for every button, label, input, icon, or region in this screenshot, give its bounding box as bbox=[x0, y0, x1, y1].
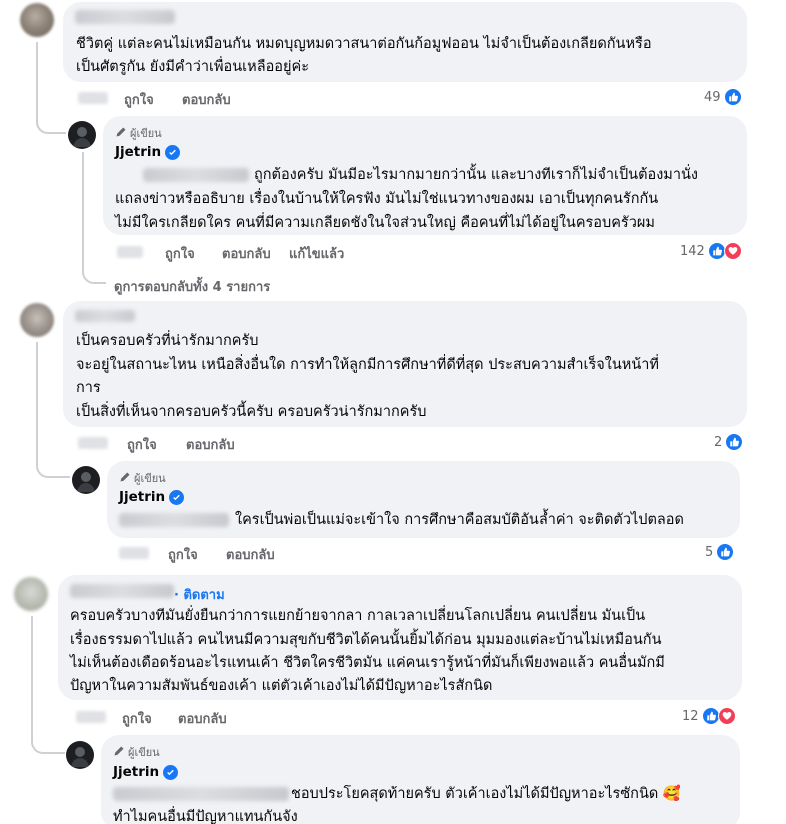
timestamp[interactable] bbox=[78, 437, 108, 449]
comment-text-line: เป็นสิ่งที่เห็นจากครอบครัวนี้ครับ ครอบคร… bbox=[76, 404, 427, 420]
reaction-summary[interactable]: 2 bbox=[714, 433, 744, 451]
pencil-icon bbox=[113, 745, 125, 760]
timestamp[interactable] bbox=[117, 246, 143, 258]
reply-button[interactable]: ตอบกลับ bbox=[182, 89, 231, 110]
username-text: Jjetrin bbox=[115, 144, 162, 160]
reaction-count: 49 bbox=[704, 89, 721, 105]
avatar[interactable] bbox=[20, 3, 54, 37]
thread-branch bbox=[82, 268, 106, 284]
author-badge-label: ผู้เขียน bbox=[130, 127, 162, 140]
author-avatar[interactable] bbox=[72, 466, 100, 494]
pencil-icon bbox=[115, 126, 127, 141]
username-text: Jjetrin bbox=[119, 489, 166, 505]
reaction-count: 142 bbox=[680, 243, 705, 259]
reply-username[interactable]: Jjetrin bbox=[119, 489, 185, 505]
reply-text-line: ทำไมคนอื่นมีปัญหาแทนกันจัง bbox=[113, 809, 298, 824]
like-reaction-icon bbox=[725, 433, 744, 451]
timestamp[interactable] bbox=[78, 92, 108, 104]
comment-text-line: จะอยู่ในสถานะไหน เหนือสิ่งอื่นใด การทำให… bbox=[76, 357, 659, 373]
follow-button[interactable]: · ติดตาม bbox=[174, 584, 225, 605]
author-badge-label: ผู้เขียน bbox=[128, 746, 160, 759]
mentioned-name[interactable] bbox=[119, 513, 229, 527]
reply-bubble: ผู้เขียน Jjetrin ใครเป็นพ่อเป็นแม่จะเข้า… bbox=[107, 461, 740, 538]
commenter-name[interactable] bbox=[75, 10, 175, 24]
reaction-count: 2 bbox=[714, 434, 723, 450]
thread-branch bbox=[31, 738, 65, 754]
reply-text-line: ชอบประโยคสุดท้ายครับ ตัวเค้าเองไม่ได้มีป… bbox=[291, 786, 681, 802]
reply-button[interactable]: ตอบกลับ bbox=[222, 243, 271, 264]
love-reaction-icon bbox=[723, 242, 742, 260]
reaction-summary[interactable]: 5 bbox=[705, 543, 735, 561]
thread-branch bbox=[36, 118, 66, 134]
view-replies-link[interactable]: ดูการตอบกลับทั้ง 4 รายการ bbox=[114, 276, 270, 297]
like-button[interactable]: ถูกใจ bbox=[165, 243, 195, 264]
like-button[interactable]: ถูกใจ bbox=[168, 544, 198, 565]
author-badge-label: ผู้เขียน bbox=[134, 472, 166, 485]
mentioned-name[interactable] bbox=[113, 787, 289, 801]
comment-bubble: ชีวิตคู่ แต่ละคนไม่เหมือนกัน หมดบุญหมดวา… bbox=[63, 2, 747, 82]
author-avatar[interactable] bbox=[66, 741, 94, 769]
comment-text-line: เป็นครอบครัวที่น่ารักมากครับ bbox=[76, 333, 259, 349]
reaction-summary[interactable]: 49 bbox=[704, 88, 742, 106]
pencil-icon bbox=[119, 471, 131, 486]
reply-button[interactable]: ตอบกลับ bbox=[186, 434, 235, 455]
reaction-count: 5 bbox=[705, 544, 714, 560]
avatar[interactable] bbox=[20, 303, 54, 337]
reply-bubble: ผู้เขียน Jjetrin ถูกต้องครับ มันมีอะไรมา… bbox=[103, 116, 747, 235]
comment-bubble: เป็นครอบครัวที่น่ารักมากครับ จะอยู่ในสถา… bbox=[63, 301, 747, 427]
comment-text-line: ปัญหาในความสัมพันธ์ของเค้า แต่ตัวเค้าเอง… bbox=[70, 678, 493, 694]
like-reaction-icon bbox=[716, 543, 735, 561]
edited-label: แก้ไขแล้ว bbox=[289, 247, 345, 262]
reply-username[interactable]: Jjetrin bbox=[115, 144, 181, 160]
like-reaction-icon bbox=[723, 88, 742, 106]
reaction-count: 12 bbox=[682, 708, 699, 724]
thread-line bbox=[36, 342, 38, 462]
author-badge: ผู้เขียน bbox=[115, 124, 162, 142]
reply-text-line: ถูกต้องครับ มันมีอะไรมากมายกว่านั้น และบ… bbox=[254, 167, 698, 183]
reply-text-line: ใครเป็นพ่อเป็นแม่จะเข้าใจ การศึกษาคือสมบ… bbox=[235, 512, 684, 528]
comment-text-line: ไม่เห็นต้องเดือดร้อนอะไรแทนเค้า ชีวิตใคร… bbox=[70, 655, 665, 671]
comment-text-line: ชีวิตคู่ แต่ละคนไม่เหมือนกัน หมดบุญหมดวา… bbox=[76, 36, 652, 52]
author-avatar[interactable] bbox=[68, 121, 96, 149]
comment-text-line: ครอบครัวบางทีมันยั่งยืนกว่าการแยกย้ายจาก… bbox=[70, 608, 646, 624]
reaction-summary[interactable]: 142 bbox=[680, 242, 742, 260]
comment-text-line: การ bbox=[76, 380, 101, 396]
timestamp[interactable] bbox=[119, 547, 149, 559]
verified-badge-icon bbox=[163, 764, 179, 780]
thread-line bbox=[82, 152, 84, 270]
commenter-name[interactable] bbox=[70, 584, 174, 598]
like-button[interactable]: ถูกใจ bbox=[127, 434, 157, 455]
thread-branch bbox=[36, 462, 70, 478]
username-text: Jjetrin bbox=[113, 764, 160, 780]
like-button[interactable]: ถูกใจ bbox=[122, 708, 152, 729]
like-button[interactable]: ถูกใจ bbox=[124, 89, 154, 110]
author-badge: ผู้เขียน bbox=[113, 743, 160, 761]
author-badge: ผู้เขียน bbox=[119, 469, 166, 487]
reply-username[interactable]: Jjetrin bbox=[113, 764, 179, 780]
reply-text-line: แถลงข่าวหรืออธิบาย เรื่องในบ้านให้ใครฟัง… bbox=[115, 191, 659, 207]
commenter-name[interactable] bbox=[75, 310, 135, 322]
avatar[interactable] bbox=[14, 577, 48, 611]
like-reaction-icon bbox=[701, 707, 720, 725]
comment-text-line: เรื่องธรรมดาไปแล้ว คนไหนมีความสุขกับชีวิ… bbox=[70, 632, 662, 648]
reply-text-line: ไม่มีใครเกลียดใคร คนที่มีความเกลียดชังใน… bbox=[115, 215, 655, 231]
love-reaction-icon bbox=[717, 707, 736, 725]
reply-button[interactable]: ตอบกลับ bbox=[226, 544, 275, 565]
comment-text-line: เป็นศัตรูกัน ยังมีคำว่าเพื่อนเหลืออยู่ค่… bbox=[76, 59, 309, 75]
verified-badge-icon bbox=[169, 489, 185, 505]
comment-bubble: · ติดตาม ครอบครัวบางทีมันยั่งยืนกว่าการแ… bbox=[58, 575, 742, 700]
timestamp[interactable] bbox=[76, 711, 106, 723]
reaction-summary[interactable]: 12 bbox=[682, 707, 736, 725]
mentioned-name[interactable] bbox=[143, 168, 249, 182]
reply-bubble: ผู้เขียน Jjetrin ชอบประโยคสุดท้ายครับ ตั… bbox=[101, 735, 740, 824]
verified-badge-icon bbox=[165, 144, 181, 160]
thread-line bbox=[31, 616, 33, 738]
reply-button[interactable]: ตอบกลับ bbox=[178, 708, 227, 729]
